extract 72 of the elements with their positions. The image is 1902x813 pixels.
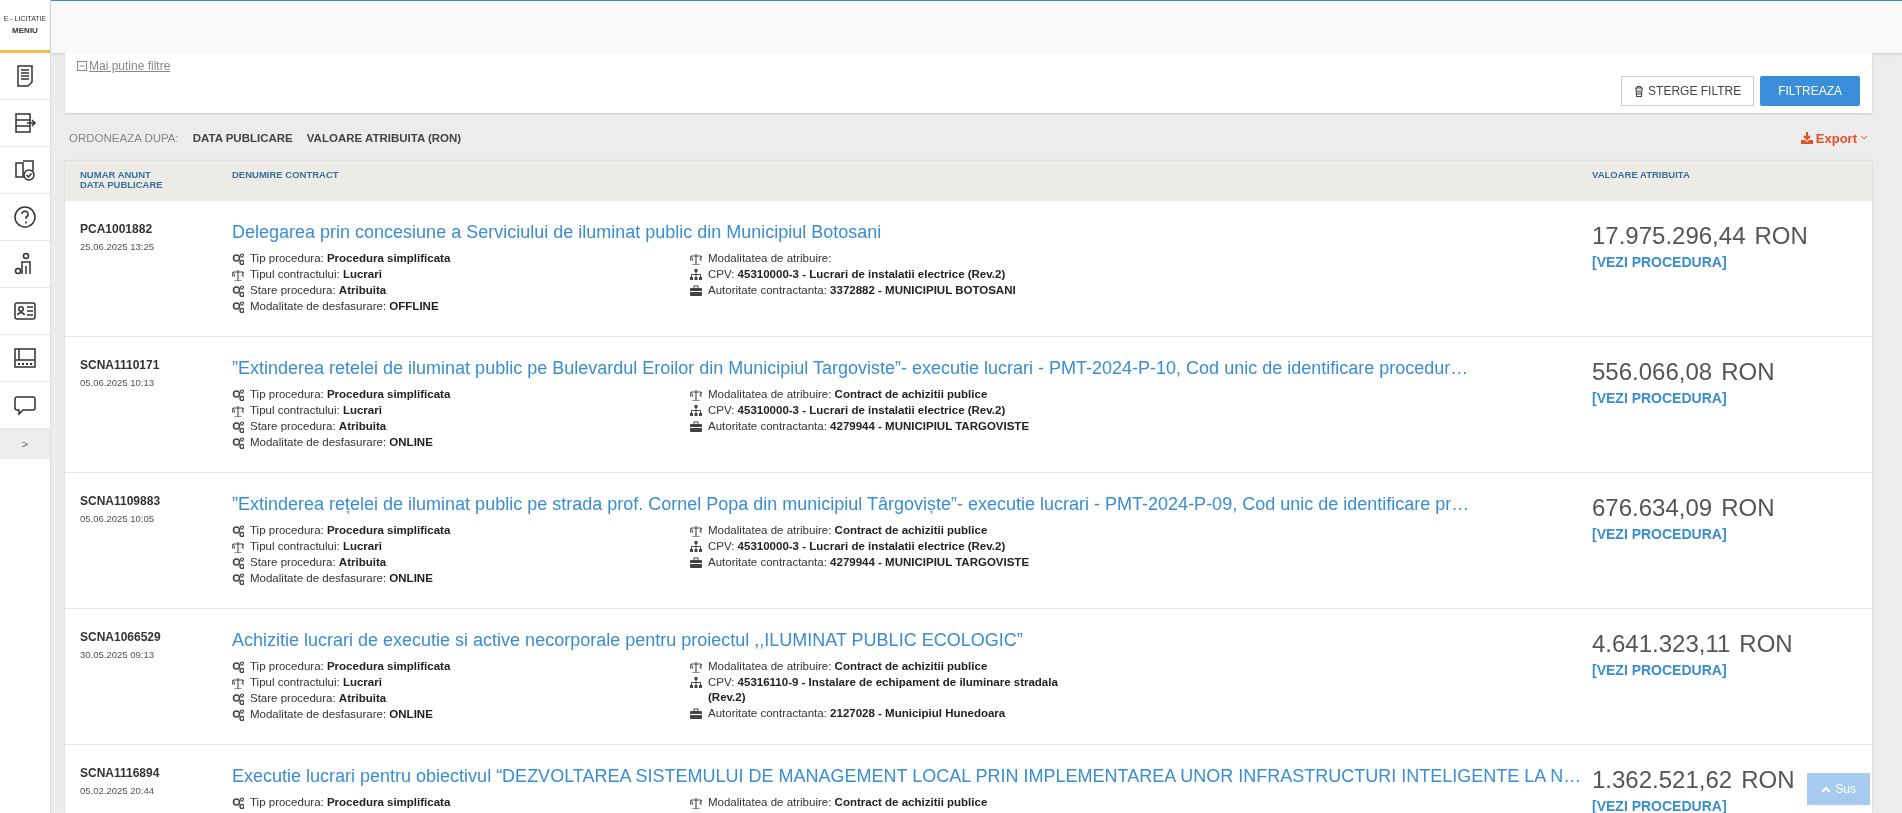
view-procedure-link[interactable]: [VEZI PROCEDURA] (1592, 254, 1727, 270)
sort-option[interactable]: DATA PUBLICARE (192, 132, 293, 144)
detail-text: Modalitatea de atribuire: Contract de achizitii publice (708, 795, 988, 810)
publish-date: 05.06.2025 10:13 (80, 377, 155, 388)
notice-number: SCNA1109883 (80, 494, 162, 508)
expand-button[interactable]: > (0, 429, 50, 459)
detail-text: Tip procedura: Procedura simplificata (250, 659, 451, 674)
amount-value: 1.362.521,62 (1592, 766, 1733, 794)
notice-number: SCNA1066529 (80, 630, 162, 644)
publish-date: 30.05.2025 09:13 (80, 649, 155, 660)
filter-button[interactable]: FILTREAZA (1760, 76, 1860, 106)
detail-text: Autoritate contractanta: 3372882 - MUNICIPIUL BOTOSANI (708, 283, 1016, 298)
contract-title-link[interactable]: Delegarea prin concesiune a Serviciului de iluminat public din Municipiul Botosani (232, 222, 1584, 243)
detail-text: CPV: 45310000-3 - Lucrari de instalatii electrice (Rev.2) (708, 539, 1006, 554)
detail-text: CPV: 45310000-3 - Lucrari de instalatii electrice (Rev.2) (708, 267, 1006, 282)
detail-text: CPV: 45316110-9 - Instalare de echipament de iluminare stradala (Rev.2) (708, 675, 1059, 705)
currency-label: RON (1739, 630, 1793, 658)
column-header[interactable]: DENUMIRE CONTRACT (232, 170, 1592, 201)
currency-label: RON (1721, 358, 1775, 386)
detail-text: Tip procedura: Procedura simplificata (250, 251, 451, 266)
currency-label: RON (1754, 222, 1808, 250)
contract-title-link[interactable]: ”Extinderea rețelei de iluminat public pe strada prof. Cornel Popa din municipiul Târgoviște”- executie lucrari - PMT-2024-P-09, Cod unic de identificare pr… (232, 494, 1584, 515)
view-procedure-link[interactable]: [VEZI PROCEDURA] (1592, 798, 1727, 813)
menu-label: MENIU (12, 26, 38, 35)
detail-text: Tipul contractului: Lucrari (250, 403, 382, 418)
publish-date: 05.06.2025 10:05 (80, 513, 155, 524)
view-procedure-link[interactable]: [VEZI PROCEDURA] (1592, 662, 1727, 678)
column-header[interactable]: NUMAR ANUNT DATA PUBLICARE (65, 170, 232, 201)
notice-number: SCNA1116894 (80, 766, 161, 780)
sort-option[interactable]: VALOARE ATRIBUITA (RON) (306, 132, 462, 144)
detail-text: Modalitatea de atribuire: Contract de achizitii publice (708, 659, 988, 674)
sort-label: ORDONEAZA DUPA: (69, 132, 179, 144)
view-procedure-link[interactable]: [VEZI PROCEDURA] (1592, 526, 1727, 542)
contract-title-link[interactable]: Achizitie lucrari de executie si active necorporale pentru proiectul ,,ILUMINAT PUBLIC ECOLOGIC” (232, 630, 1584, 651)
currency-label: RON (1721, 494, 1775, 522)
detail-text: Tip procedura: Procedura simplificata (250, 387, 451, 402)
column-header[interactable]: VALOARE ATRIBUITA (1592, 170, 1872, 201)
amount-value: 4.641.323,11 (1592, 630, 1731, 658)
notice-number: SCNA1110171 (80, 358, 161, 372)
clear-filters-button[interactable]: STERGE FILTRE (1621, 76, 1755, 106)
contract-title-link[interactable]: ”Extinderea retelei de iluminat public pe Bulevardul Eroilor din Municipiul Targoviste”- executie lucrari - PMT-2024-P-10, Cod unic de identificare procedur… (232, 358, 1584, 379)
detail-text: Autoritate contractanta: 4279944 - MUNICIPIUL TARGOVISTE (708, 555, 1030, 570)
detail-text: Modalitate de desfasurare: OFFLINE (250, 299, 439, 314)
publish-date: 05.02.2025 20:44 (80, 785, 155, 796)
detail-text: Modalitate de desfasurare: ONLINE (250, 435, 433, 450)
amount-value: 676.634,09 (1592, 494, 1713, 522)
publish-date: 25.06.2025 13:25 (80, 241, 155, 252)
filters-toggle-link[interactable]: Mai putine filtre (77, 59, 171, 73)
detail-text: Tipul contractului: Lucrari (250, 539, 382, 554)
detail-text: Modalitatea de atribuire: Contract de achizitii publice (708, 387, 988, 402)
detail-text: Stare procedura: Atribuita (250, 419, 387, 434)
detail-text: Stare procedura: Atribuita (250, 691, 387, 706)
detail-text: Autoritate contractanta: 2127028 - Municipiul Hunedoara (708, 706, 1006, 721)
detail-text: Modalitate de desfasurare: ONLINE (250, 707, 433, 722)
detail-text: Modalitate de desfasurare: ONLINE (250, 571, 433, 586)
detail-text: Tip procedura: Procedura simplificata (250, 523, 451, 538)
currency-label: RON (1741, 766, 1795, 794)
detail-text: CPV: 45310000-3 - Lucrari de instalatii electrice (Rev.2) (708, 403, 1006, 418)
detail-text: Stare procedura: Atribuita (250, 555, 387, 570)
contract-title-link[interactable]: Executie lucrari pentru obiectivul “DEZVOLTAREA SISTEMULUI DE MANAGEMENT LOCAL PRIN IMPLEMENTAREA UNOR INFRASTRUCTURI INTELIGENTE LA N… (232, 766, 1584, 787)
amount-value: 17.975.296,44 (1592, 222, 1746, 250)
detail-text: Autoritate contractanta: 4279944 - MUNICIPIUL TARGOVISTE (708, 419, 1030, 434)
view-procedure-link[interactable]: [VEZI PROCEDURA] (1592, 390, 1727, 406)
detail-text: Tipul contractului: Lucrari (250, 675, 382, 690)
notice-number: PCA1001882 (80, 222, 154, 236)
detail-text: Tip procedura: Procedura simplificata (250, 795, 451, 810)
detail-text: Modalitatea de atribuire: Contract de achizitii publice (708, 523, 988, 538)
amount-value: 556.066,08 (1592, 358, 1713, 386)
detail-text: Modalitatea de atribuire: (708, 251, 832, 266)
detail-text: Tipul contractului: Lucrari (250, 267, 382, 282)
detail-text: Stare procedura: Atribuita (250, 283, 387, 298)
export-button[interactable]: Export (1800, 130, 1868, 146)
